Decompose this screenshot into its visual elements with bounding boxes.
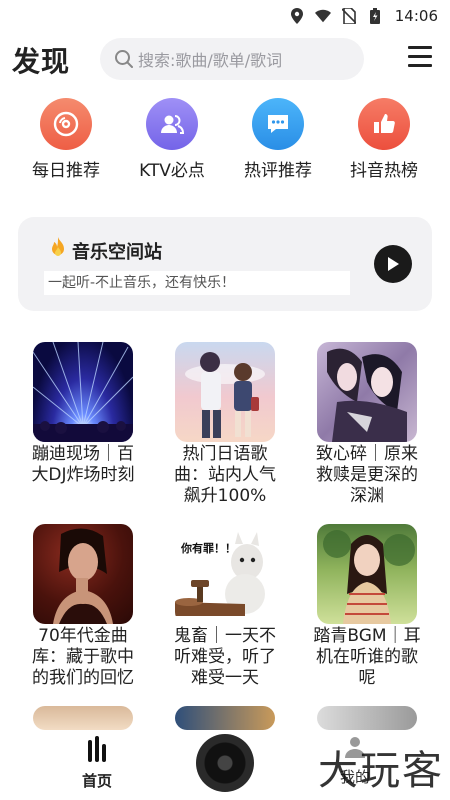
header: 发现 搜索:歌曲/歌单/歌词 <box>0 36 450 82</box>
playlist-cover <box>33 342 133 442</box>
playlist-card[interactable]: 70年代金曲库：藏于歌中的我们的回忆 <box>23 524 143 689</box>
playlist-card[interactable] <box>165 706 285 730</box>
quick-nav-daily-recommend[interactable]: 每日推荐 <box>11 98 121 181</box>
nav-home-label: 首页 <box>81 772 112 790</box>
flame-icon <box>50 237 66 264</box>
nav-home[interactable]: 首页 <box>70 736 124 791</box>
bottom-nav: 首页 我的 大玩客 <box>0 730 450 800</box>
thumbs-up-icon <box>358 98 410 150</box>
page-title: 发现 <box>12 45 71 78</box>
playlist-card[interactable]: 蹦迪现场｜百大DJ炸场时刻 <box>23 342 143 486</box>
quick-nav-label: KTV必点 <box>139 161 205 181</box>
search-icon <box>114 49 134 69</box>
banner-subtitle: 一起听-不止音乐，还有快乐！ <box>44 271 350 295</box>
playlist-card[interactable]: 你有罪！！ 鬼畜｜一天不听难受，听了难受一天 <box>165 524 285 689</box>
location-icon <box>289 8 305 24</box>
playlist-title: 蹦迪现场｜百大DJ炸场时刻 <box>31 444 135 485</box>
playlist-card[interactable]: 热门日语歌曲：站内人气飙升100% <box>165 342 285 507</box>
playlist-title: 热门日语歌曲：站内人气飙升100% <box>174 444 276 506</box>
banner-title: 音乐空间站 <box>50 237 162 264</box>
quick-nav: 每日推荐 KTV必点 热评推荐 抖音热榜 <box>0 98 450 188</box>
play-icon <box>388 257 399 271</box>
disc-icon <box>40 98 92 150</box>
playlist-cover <box>175 342 275 442</box>
search-placeholder: 搜索:歌曲/歌单/歌词 <box>138 51 283 70</box>
quick-nav-douyin-chart[interactable]: 抖音热榜 <box>329 98 439 181</box>
playlist-cover <box>317 342 417 442</box>
playlist-card[interactable] <box>307 706 427 730</box>
playlist-card[interactable]: 致心碎｜原来救赎是更深的深渊 <box>307 342 427 507</box>
status-bar: 14:06 <box>0 0 450 32</box>
users-icon <box>146 98 198 150</box>
search-input[interactable]: 搜索:歌曲/歌单/歌词 <box>100 38 364 80</box>
playlist-title: 70年代金曲库：藏于歌中的我们的回忆 <box>32 626 134 688</box>
home-icon <box>82 736 112 766</box>
wifi-icon <box>314 8 331 24</box>
battery-icon <box>367 8 383 24</box>
music-station-banner[interactable]: 音乐空间站 一起听-不止音乐，还有快乐！ <box>18 217 432 311</box>
quick-nav-label: 抖音热榜 <box>350 161 418 181</box>
playlist-title: 致心碎｜原来救赎是更深的深渊 <box>316 444 418 506</box>
playlist-cover: 你有罪！！ <box>175 524 275 624</box>
no-sim-icon <box>341 8 357 24</box>
quick-nav-label: 每日推荐 <box>32 161 100 181</box>
play-button[interactable] <box>374 245 412 283</box>
now-playing-disc[interactable] <box>196 734 254 792</box>
banner-title-text: 音乐空间站 <box>72 241 162 263</box>
playlist-cover <box>33 706 133 730</box>
playlist-title: 踏青BGM｜耳机在听谁的歌呢 <box>313 626 421 688</box>
menu-icon[interactable] <box>408 46 432 70</box>
playlist-title: 鬼畜｜一天不听难受，听了难受一天 <box>174 626 276 688</box>
playlist-card[interactable] <box>23 706 143 730</box>
comment-icon <box>252 98 304 150</box>
playlist-card[interactable]: 踏青BGM｜耳机在听谁的歌呢 <box>307 524 427 689</box>
cover-caption: 你有罪！！ <box>181 542 236 555</box>
playlist-cover <box>317 706 417 730</box>
quick-nav-label: 热评推荐 <box>244 161 312 181</box>
playlist-cover <box>33 524 133 624</box>
quick-nav-hot-comments[interactable]: 热评推荐 <box>223 98 333 181</box>
watermark: 大玩客 <box>318 748 444 794</box>
playlist-cover <box>317 524 417 624</box>
playlist-cover <box>175 706 275 730</box>
clock: 14:06 <box>394 7 438 25</box>
quick-nav-ktv[interactable]: KTV必点 <box>117 98 227 181</box>
